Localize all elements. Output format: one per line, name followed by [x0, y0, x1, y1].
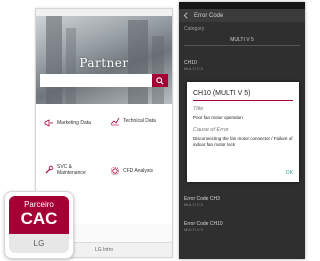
megaphone-icon: [44, 119, 53, 127]
chart-icon: [110, 117, 120, 126]
search-icon: [156, 76, 164, 85]
menu-item-technical[interactable]: Technical Data: [110, 116, 162, 126]
back-arrow-icon[interactable]: [183, 12, 190, 19]
parceiro-cac-app-icon: Parceiro CAC LG: [4, 191, 74, 259]
search-bar: [40, 74, 168, 87]
error-code-screen: Error Code Category MULTI V 5 CH10 MULTI…: [179, 2, 305, 259]
search-input[interactable]: [40, 74, 152, 87]
error-detail-dialog: CH10 (MULTI V 5) Title Poor fan motor op…: [187, 82, 299, 182]
status-bar: [36, 9, 172, 16]
hero-banner: Partner: [36, 16, 172, 104]
list-item[interactable]: Error Code CH10 MULTI V 5: [184, 221, 300, 232]
menu-label-svc: SVC & Maintenance: [57, 164, 86, 176]
cause-label: Cause of Error: [193, 127, 229, 133]
app-header: Error Code: [179, 9, 305, 22]
error-desc: MULTI V 5: [184, 202, 203, 207]
menu-label-technical: Technical Data: [123, 118, 156, 124]
category-select[interactable]: MULTI V 5: [184, 35, 300, 46]
menu-label-cfd: CFD Analysis: [123, 168, 154, 174]
badge-line2: CAC: [20, 209, 58, 228]
footer-label: LG Intro: [94, 247, 114, 253]
hero-title: Partner: [79, 56, 129, 70]
error-desc: MULTI V 5: [184, 66, 203, 71]
badge-bottom: LG: [9, 234, 69, 253]
header-title: Error Code: [194, 12, 224, 19]
gear-icon: [110, 166, 120, 176]
cause-value: Disconnecting the fan motor connector / …: [193, 136, 293, 147]
status-bar: [179, 2, 305, 9]
menu-item-svc[interactable]: SVC & Maintenance: [44, 164, 104, 176]
divider: [193, 100, 293, 101]
menu-label-marketing: Marketing Data: [57, 120, 91, 126]
list-item[interactable]: Error Code CH3 MULTI V 5: [184, 196, 300, 207]
list-item[interactable]: CH10 MULTI V 5: [184, 60, 300, 71]
badge-top: Parceiro CAC: [9, 196, 69, 234]
title-label: Title: [193, 106, 204, 112]
error-desc: MULTI V 5: [184, 227, 203, 232]
ok-button[interactable]: OK: [286, 170, 293, 176]
dialog-title: CH10 (MULTI V 5): [193, 90, 251, 97]
menu-item-marketing[interactable]: Marketing Data: [44, 118, 91, 128]
title-value: Poor fan motor operation: [193, 115, 243, 120]
badge-line3: LG: [33, 239, 45, 248]
search-button[interactable]: [152, 74, 168, 87]
menu-item-cfd[interactable]: CFD Analysis: [110, 166, 153, 176]
category-label: Category: [184, 26, 205, 32]
wrench-icon: [45, 165, 54, 174]
badge-line1: Parceiro: [24, 200, 54, 209]
